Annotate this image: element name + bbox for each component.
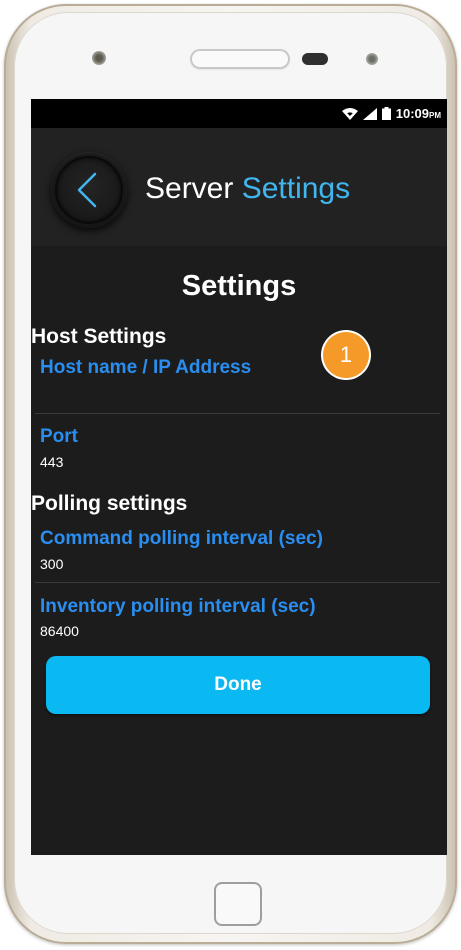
status-time-value: 10:09	[395, 106, 429, 121]
command-polling-field-value[interactable]: 300	[40, 556, 63, 572]
back-button[interactable]	[51, 152, 127, 228]
screen: 10:09PM Server Settings Settings Host Se…	[31, 99, 447, 855]
light-sensor	[366, 53, 378, 65]
app-title-main: Server	[145, 172, 234, 205]
app-bar: Server Settings	[31, 128, 447, 246]
inventory-polling-field-label[interactable]: Inventory polling interval (sec)	[40, 596, 316, 618]
status-time-suffix: PM	[429, 111, 441, 120]
page-title: Settings	[181, 270, 297, 302]
status-time: 10:09PM	[396, 106, 441, 121]
app-title: Server Settings	[145, 172, 350, 206]
port-field-value[interactable]: 443	[40, 454, 63, 470]
earpiece-speaker	[190, 49, 290, 69]
command-polling-field-label[interactable]: Command polling interval (sec)	[40, 528, 323, 550]
divider	[35, 413, 440, 414]
polling-settings-heading: Polling settings	[31, 492, 188, 515]
chevron-left-icon	[77, 172, 97, 208]
signal-icon	[362, 107, 377, 120]
front-camera	[92, 51, 106, 65]
proximity-sensor	[302, 53, 328, 65]
host-name-field[interactable]: Host name / IP Address	[40, 357, 251, 379]
status-bar: 10:09PM	[31, 99, 447, 128]
port-field-label[interactable]: Port	[40, 426, 78, 448]
settings-content: Settings Host Settings Host name / IP Ad…	[31, 246, 447, 855]
home-button[interactable]	[214, 882, 262, 926]
callout-badge: 1	[323, 332, 369, 378]
app-title-accent: Settings	[241, 172, 351, 205]
inventory-polling-field-value[interactable]: 86400	[40, 623, 79, 639]
wifi-icon	[341, 107, 358, 120]
host-settings-heading: Host Settings	[31, 325, 167, 348]
divider	[35, 582, 440, 583]
status-icons: 10:09PM	[341, 106, 441, 121]
battery-icon	[381, 107, 391, 120]
done-button[interactable]: Done	[46, 656, 430, 714]
